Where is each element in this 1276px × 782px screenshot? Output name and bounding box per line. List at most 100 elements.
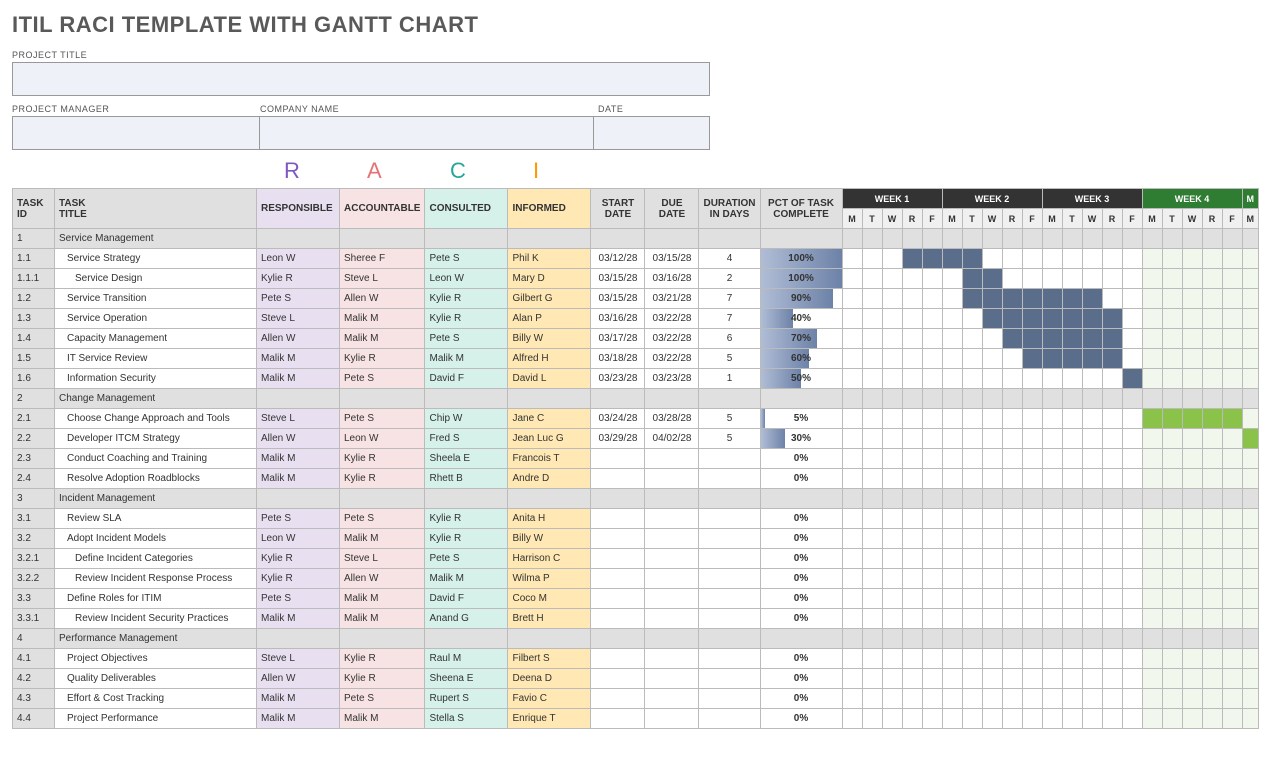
pct-complete[interactable]: 90% bbox=[760, 289, 842, 309]
duration[interactable] bbox=[699, 629, 760, 649]
raci-c[interactable]: David F bbox=[425, 589, 508, 609]
start-date[interactable]: 03/15/28 bbox=[591, 289, 645, 309]
raci-r[interactable]: Malik M bbox=[257, 469, 340, 489]
due-date[interactable] bbox=[645, 389, 699, 409]
due-date[interactable] bbox=[645, 449, 699, 469]
raci-r[interactable]: Steve L bbox=[257, 409, 340, 429]
raci-c[interactable]: Pete S bbox=[425, 549, 508, 569]
raci-c[interactable]: Malik M bbox=[425, 349, 508, 369]
due-date[interactable] bbox=[645, 569, 699, 589]
duration[interactable] bbox=[699, 589, 760, 609]
raci-i[interactable]: Mary D bbox=[508, 269, 591, 289]
pct-complete[interactable]: 0% bbox=[760, 549, 842, 569]
raci-c[interactable] bbox=[425, 489, 508, 509]
pct-complete[interactable]: 70% bbox=[760, 329, 842, 349]
duration[interactable] bbox=[699, 529, 760, 549]
start-date[interactable] bbox=[591, 509, 645, 529]
due-date[interactable] bbox=[645, 529, 699, 549]
pct-complete[interactable]: 0% bbox=[760, 649, 842, 669]
raci-i[interactable]: Jane C bbox=[508, 409, 591, 429]
duration[interactable]: 5 bbox=[699, 349, 760, 369]
pct-complete[interactable]: 100% bbox=[760, 249, 842, 269]
due-date[interactable]: 03/22/28 bbox=[645, 309, 699, 329]
raci-i[interactable]: Alan P bbox=[508, 309, 591, 329]
company-input[interactable] bbox=[260, 116, 594, 150]
duration[interactable] bbox=[699, 649, 760, 669]
due-date[interactable] bbox=[645, 709, 699, 729]
due-date[interactable]: 03/28/28 bbox=[645, 409, 699, 429]
pct-complete[interactable]: 0% bbox=[760, 709, 842, 729]
raci-a[interactable]: Steve L bbox=[340, 549, 425, 569]
due-date[interactable]: 03/22/28 bbox=[645, 329, 699, 349]
raci-a[interactable]: Allen W bbox=[340, 289, 425, 309]
raci-r[interactable]: Malik M bbox=[257, 689, 340, 709]
start-date[interactable]: 03/15/28 bbox=[591, 269, 645, 289]
raci-c[interactable]: Sheela E bbox=[425, 449, 508, 469]
raci-i[interactable]: Enrique T bbox=[508, 709, 591, 729]
duration[interactable] bbox=[699, 389, 760, 409]
start-date[interactable] bbox=[591, 229, 645, 249]
raci-r[interactable]: Allen W bbox=[257, 669, 340, 689]
start-date[interactable]: 03/24/28 bbox=[591, 409, 645, 429]
raci-a[interactable]: Leon W bbox=[340, 429, 425, 449]
duration[interactable] bbox=[699, 229, 760, 249]
duration[interactable] bbox=[699, 709, 760, 729]
pct-complete[interactable]: 0% bbox=[760, 589, 842, 609]
raci-c[interactable]: Leon W bbox=[425, 269, 508, 289]
raci-i[interactable]: Deena D bbox=[508, 669, 591, 689]
start-date[interactable]: 03/29/28 bbox=[591, 429, 645, 449]
raci-i[interactable]: Favio C bbox=[508, 689, 591, 709]
pct-complete[interactable]: 0% bbox=[760, 669, 842, 689]
pct-complete[interactable]: 0% bbox=[760, 449, 842, 469]
raci-i[interactable]: Jean Luc G bbox=[508, 429, 591, 449]
raci-a[interactable] bbox=[340, 629, 425, 649]
raci-c[interactable]: David F bbox=[425, 369, 508, 389]
duration[interactable] bbox=[699, 509, 760, 529]
due-date[interactable] bbox=[645, 629, 699, 649]
start-date[interactable] bbox=[591, 669, 645, 689]
duration[interactable]: 7 bbox=[699, 289, 760, 309]
due-date[interactable]: 03/23/28 bbox=[645, 369, 699, 389]
start-date[interactable]: 03/17/28 bbox=[591, 329, 645, 349]
raci-a[interactable]: Pete S bbox=[340, 689, 425, 709]
duration[interactable]: 4 bbox=[699, 249, 760, 269]
raci-r[interactable] bbox=[257, 489, 340, 509]
raci-r[interactable]: Pete S bbox=[257, 289, 340, 309]
start-date[interactable] bbox=[591, 649, 645, 669]
raci-i[interactable]: Anita H bbox=[508, 509, 591, 529]
raci-r[interactable] bbox=[257, 229, 340, 249]
pct-complete[interactable]: 60% bbox=[760, 349, 842, 369]
raci-r[interactable]: Malik M bbox=[257, 449, 340, 469]
raci-a[interactable]: Allen W bbox=[340, 569, 425, 589]
raci-c[interactable]: Rupert S bbox=[425, 689, 508, 709]
raci-i[interactable]: Billy W bbox=[508, 329, 591, 349]
raci-i[interactable]: Harrison C bbox=[508, 549, 591, 569]
pct-complete[interactable] bbox=[760, 229, 842, 249]
project-title-input[interactable] bbox=[12, 62, 710, 96]
raci-c[interactable]: Kylie R bbox=[425, 289, 508, 309]
raci-i[interactable]: Andre D bbox=[508, 469, 591, 489]
raci-a[interactable]: Steve L bbox=[340, 269, 425, 289]
raci-a[interactable]: Pete S bbox=[340, 409, 425, 429]
pct-complete[interactable]: 5% bbox=[760, 409, 842, 429]
due-date[interactable] bbox=[645, 489, 699, 509]
due-date[interactable]: 03/21/28 bbox=[645, 289, 699, 309]
duration[interactable] bbox=[699, 449, 760, 469]
due-date[interactable] bbox=[645, 549, 699, 569]
raci-c[interactable]: Pete S bbox=[425, 249, 508, 269]
raci-r[interactable]: Leon W bbox=[257, 249, 340, 269]
pct-complete[interactable]: 0% bbox=[760, 569, 842, 589]
raci-a[interactable]: Malik M bbox=[340, 709, 425, 729]
raci-i[interactable]: Alfred H bbox=[508, 349, 591, 369]
raci-r[interactable]: Allen W bbox=[257, 429, 340, 449]
due-date[interactable] bbox=[645, 469, 699, 489]
due-date[interactable]: 03/15/28 bbox=[645, 249, 699, 269]
start-date[interactable]: 03/12/28 bbox=[591, 249, 645, 269]
duration[interactable] bbox=[699, 669, 760, 689]
start-date[interactable]: 03/16/28 bbox=[591, 309, 645, 329]
raci-a[interactable]: Kylie R bbox=[340, 449, 425, 469]
pct-complete[interactable] bbox=[760, 629, 842, 649]
duration[interactable]: 7 bbox=[699, 309, 760, 329]
raci-r[interactable]: Malik M bbox=[257, 709, 340, 729]
due-date[interactable]: 03/16/28 bbox=[645, 269, 699, 289]
